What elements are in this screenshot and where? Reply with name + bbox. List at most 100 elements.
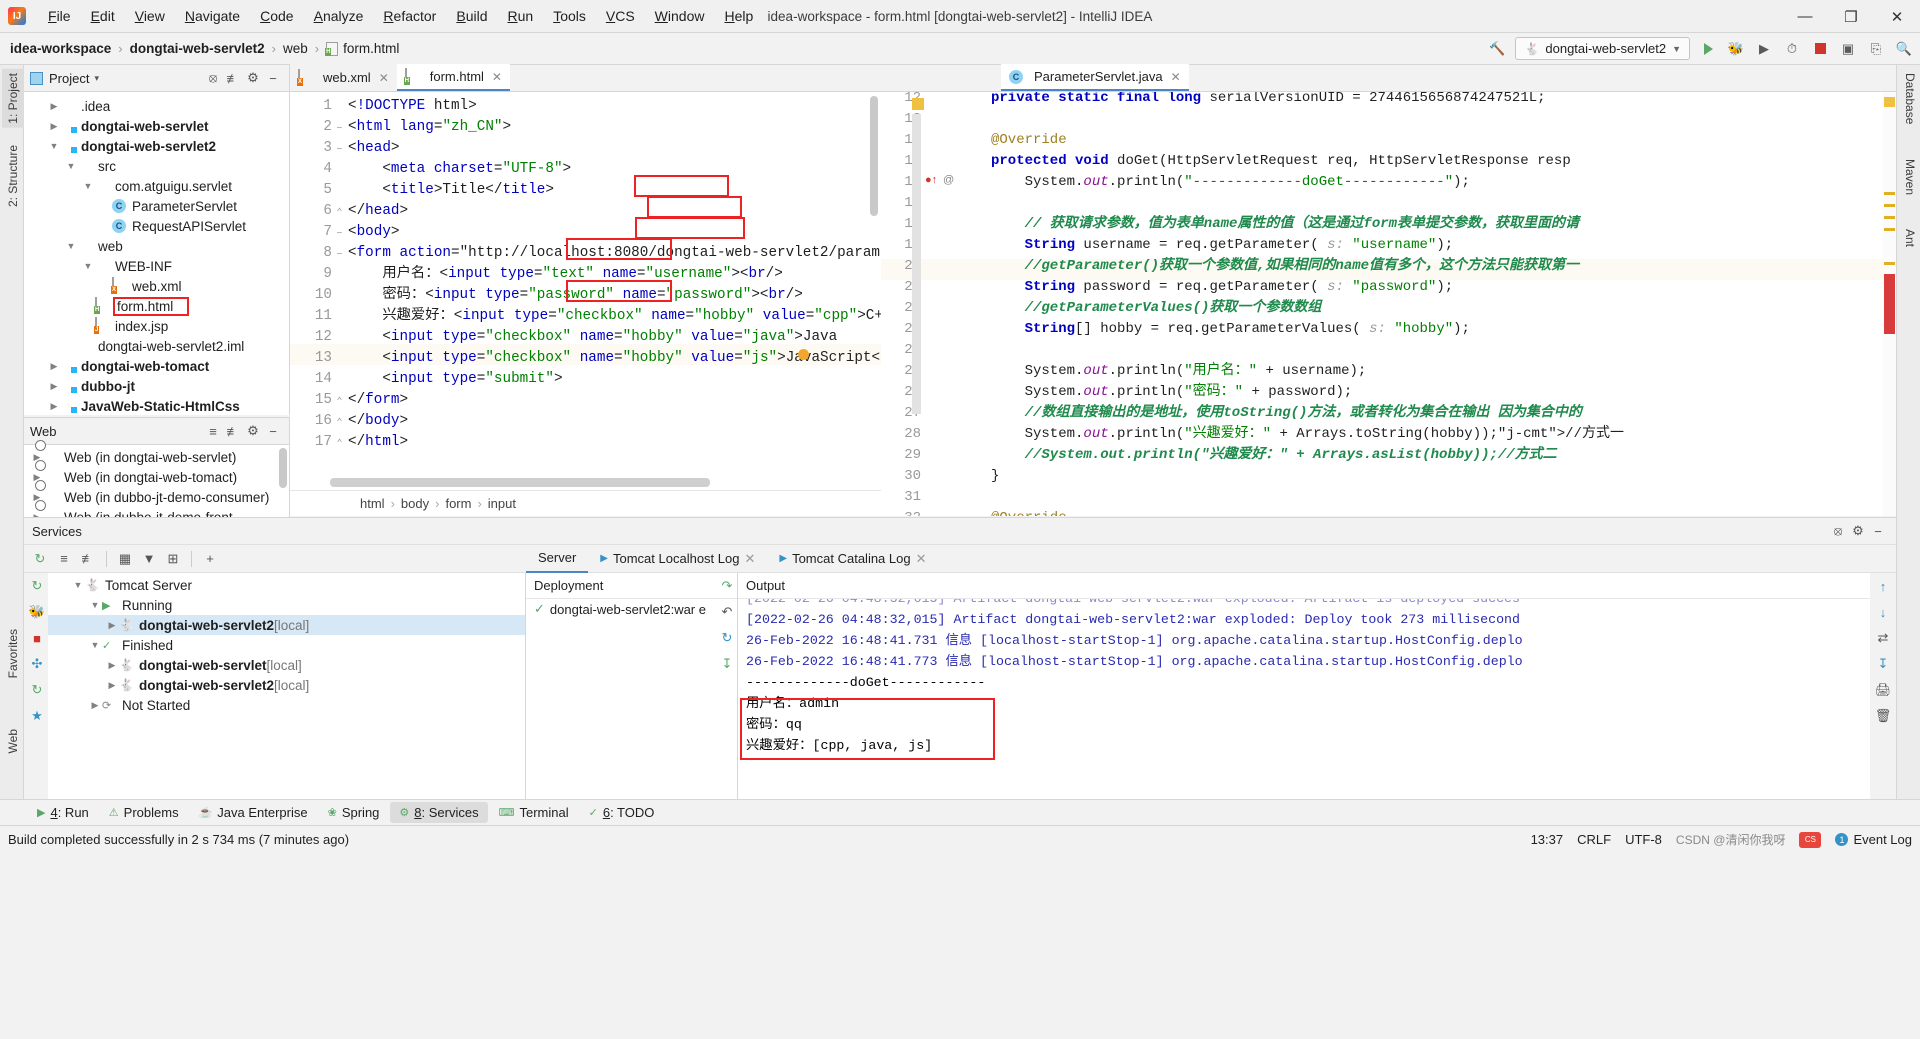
web-tree-item[interactable]: ▶ Web (in dubbo-jt-demo-consumer) [24,487,289,507]
project-tree-item[interactable]: Hform.html [24,296,289,316]
editor-left-tab-web-xml[interactable]: Xweb.xml ✕ [290,64,397,91]
project-tree-item[interactable]: ▼ WEB-INF [24,256,289,276]
hide-icon[interactable]: − [263,68,283,88]
help-icon[interactable]: ⦻ [1828,521,1848,541]
code-fold-icon[interactable]: ⌃ [334,434,345,455]
group-icon[interactable]: ▦ [115,549,135,569]
menu-item-code[interactable]: Code [250,4,303,28]
code-fold-icon[interactable]: − [334,245,345,266]
code-fold-icon[interactable]: − [334,224,345,245]
project-tree-item[interactable]: C ParameterServlet [24,196,289,216]
menu-item-vcs[interactable]: VCS [596,4,645,28]
web-tree-item[interactable]: ▶ Web (in dongtai-web-tomact) [24,467,289,487]
menu-item-navigate[interactable]: Navigate [175,4,250,28]
gear-icon[interactable]: ⚙ [243,421,263,441]
services-tree-item[interactable]: ▼ 🐇 Tomcat Server [48,575,525,595]
editor-left-tab-form-html[interactable]: Hform.html ✕ [396,64,510,91]
services-tree-item[interactable]: ▼ ✓ Finished [48,635,525,655]
editor-breadcrumb-item[interactable]: body [401,496,429,511]
code-fold-icon[interactable]: ⌃ [334,392,345,413]
tool-tab-structure[interactable]: 2: Structure [2,141,24,211]
chevron-right-icon[interactable]: ▶ [47,361,61,372]
chevron-down-icon[interactable]: ▼ [71,580,85,590]
tool-tab-maven[interactable]: Maven [1899,155,1920,199]
scroll-end-icon[interactable]: ↧ [1870,651,1896,677]
services-tree-item[interactable]: ▶ 🐇 dongtai-web-servlet [local] [48,655,525,675]
filter-icon[interactable]: ▼ [139,549,159,569]
menu-item-run[interactable]: Run [497,4,543,28]
redeploy-icon[interactable]: ↻ [714,625,740,651]
chevron-down-icon[interactable]: ▼ [64,161,78,171]
breadcrumb-item-1[interactable]: dongtai-web-servlet2 [130,41,265,56]
project-tree-item[interactable]: ▶ .idea [24,96,289,116]
expand-all-icon[interactable]: ≡ [203,421,223,441]
profile-icon[interactable]: ⏱ [1782,39,1802,59]
build-hammer-icon[interactable]: 🔨 [1487,39,1507,59]
minimize-button[interactable]: — [1782,0,1828,33]
close-icon[interactable]: ✕ [492,70,502,84]
project-tree-item[interactable]: ▶ dubbo-jt [24,376,289,396]
breadcrumb-item-0[interactable]: idea-workspace [10,41,111,56]
code-fold-icon[interactable]: − [334,119,345,140]
services-tree-item[interactable]: ▶ 🐇 dongtai-web-servlet2 [local] [48,615,525,635]
run-icon[interactable] [1698,39,1718,59]
project-tree-item[interactable]: ▶ dongtai-web-tomact [24,356,289,376]
code-fold-icon[interactable]: ⌃ [334,413,345,434]
tool-tab-web[interactable]: Web [2,725,24,757]
close-icon[interactable]: ✕ [379,71,389,85]
chevron-right-icon[interactable]: ▶ [47,401,61,412]
collapse-all-icon[interactable]: ≢ [223,421,243,441]
web-panel-scrollbar[interactable] [279,448,287,488]
add-icon[interactable]: + [200,549,220,569]
locate-icon[interactable]: ⦻ [203,68,223,88]
updates-icon[interactable]: ⎘ [1866,39,1886,59]
intention-bulb-icon[interactable] [798,349,809,360]
close-icon[interactable]: ✕ [1171,70,1181,84]
print-icon[interactable]: 🖨 [1870,677,1896,703]
tool-tab-database[interactable]: Database [1899,69,1920,128]
soft-wrap-icon[interactable]: ⇄ [1870,625,1896,651]
deploy-arrow-icon[interactable]: ↷ [714,573,740,599]
layout-icon[interactable]: ▣ [1838,39,1858,59]
tool-tab-project[interactable]: 1: Project [2,69,24,128]
rerun-icon[interactable]: ↻ [30,549,50,569]
gear-icon[interactable]: ⚙ [1848,521,1868,541]
chevron-down-icon[interactable]: ▼ [64,241,78,251]
project-tree-item[interactable]: ▶ dongtai-web-servlet [24,116,289,136]
refresh-side-icon[interactable]: ↻ [24,677,50,703]
hide-icon[interactable]: − [1868,521,1888,541]
chevron-right-icon[interactable]: ▶ [47,121,61,132]
java-marker-strip[interactable] [1883,92,1896,516]
clear-all-icon[interactable]: 🗑 [1870,703,1896,729]
breadcrumb-item-3[interactable]: Hform.html [325,41,399,56]
hide-icon[interactable]: − [263,421,283,441]
menu-item-window[interactable]: Window [645,4,715,28]
close-icon[interactable]: ✕ [916,551,927,567]
undeploy-icon[interactable]: ↶ [714,599,740,625]
chevron-right-icon[interactable]: ▶ [47,381,61,392]
html-editor[interactable]: 1 <!DOCTYPE html> 2− <html lang="zh_CN"> 3− <… [290,92,881,490]
chevron-down-icon[interactable]: ▼ [81,261,95,271]
editor-breadcrumb-item[interactable]: html [360,496,385,511]
collapse-all-icon[interactable]: ≢ [223,68,243,88]
tool-tab-ant[interactable]: Ant [1899,225,1920,251]
web-tree-item[interactable]: ▶ Web (in dongtai-web-servlet) [24,447,289,467]
bottom-tab-terminal[interactable]: ⌨ Terminal [490,802,578,823]
editor-right-tab-parameterservlet-java[interactable]: C ParameterServlet.java ✕ [1001,64,1189,91]
annotation-marker-icon[interactable]: @ [943,174,954,186]
code-fold-icon[interactable]: − [334,140,345,161]
services-tab-tomcat-catalina-log[interactable]: ▶ Tomcat Catalina Log ✕ [767,545,938,573]
services-tree-item[interactable]: ▶ 🐇 dongtai-web-servlet2 [local] [48,675,525,695]
search-icon[interactable]: 🔍 [1894,39,1914,59]
project-tree-item[interactable]: Xweb.xml [24,276,289,296]
bottom-tab-6-todo[interactable]: ✓ 6: TODO [580,802,664,823]
tool-tab-favorites[interactable]: Favorites [2,625,24,682]
project-tree-item[interactable]: ▼ src [24,156,289,176]
project-tree-item[interactable]: ▶ JavaWeb-Static-HtmlCss [24,396,289,416]
chevron-down-icon[interactable]: ▾ [94,73,99,84]
menu-item-view[interactable]: View [125,4,175,28]
deploy-down-icon[interactable]: ↧ [714,651,740,677]
scroll-up-icon[interactable]: ↑ [1870,573,1896,599]
chevron-right-icon[interactable]: ▶ [105,660,119,671]
bottom-tab-4-run[interactable]: ▶ 4: Run [28,802,98,823]
